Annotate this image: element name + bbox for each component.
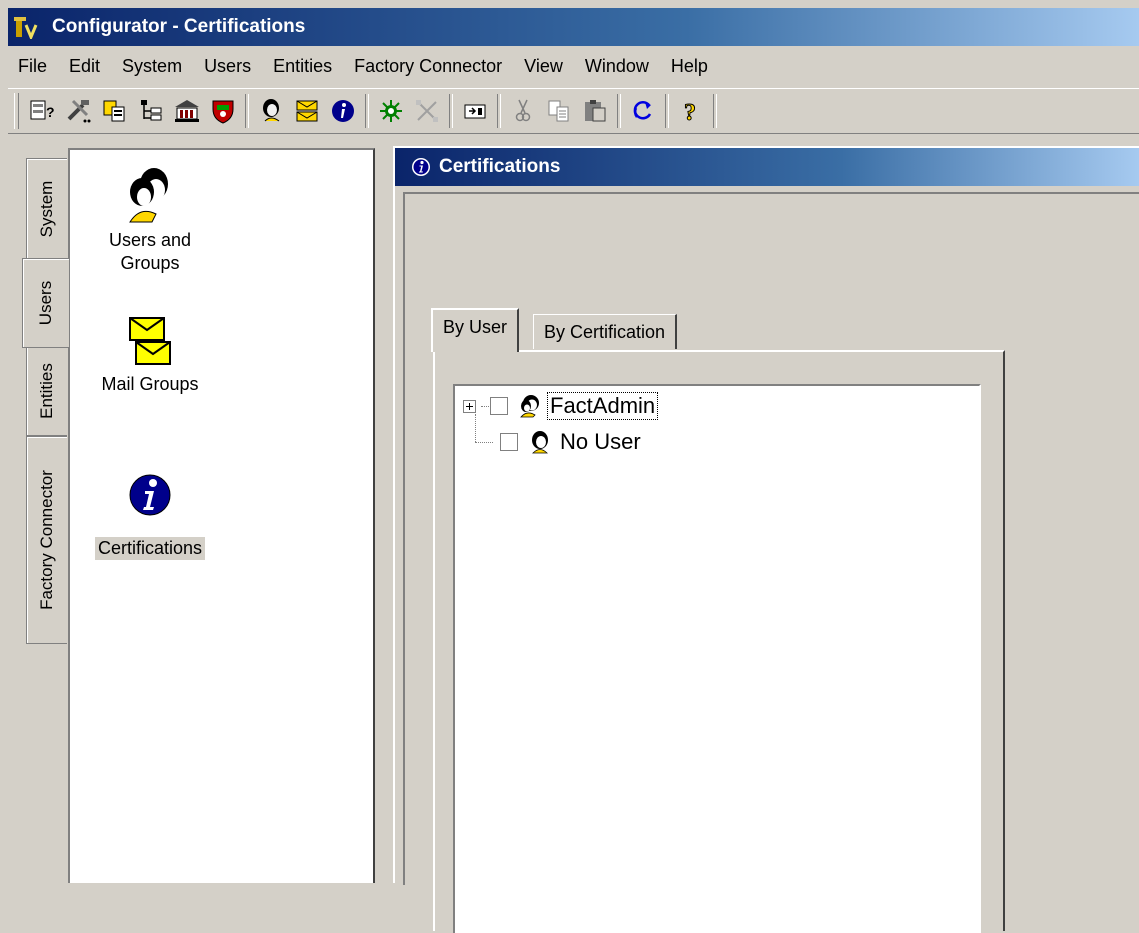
svg-text:?: ?	[46, 104, 55, 120]
sidebar-tab-strip: System Users Entities Factory Connector	[22, 150, 70, 883]
panel-splitter[interactable]	[377, 148, 393, 883]
user-icon	[532, 431, 548, 454]
mail-icon[interactable]	[289, 93, 325, 129]
shortcut-users-and-groups[interactable]: Users and Groups	[90, 166, 210, 275]
tab-users[interactable]: Users	[22, 258, 69, 348]
tab-system[interactable]: System	[26, 158, 67, 260]
window-title: Configurator - Certifications	[52, 16, 306, 37]
paste-icon[interactable]	[577, 93, 613, 129]
toolbar-separator	[713, 94, 717, 128]
toolbar-separator	[617, 94, 621, 128]
tab-page-by-user: FactAdmin No User	[433, 350, 1005, 933]
toolbar-separator	[449, 94, 453, 128]
tree-node-label: FactAdmin	[546, 392, 659, 420]
tree-node-no-user[interactable]: No User	[463, 427, 643, 457]
users-groups-icon	[129, 168, 168, 223]
copy-objects-icon[interactable]	[97, 93, 133, 129]
disconnect-icon[interactable]	[409, 93, 445, 129]
certifications-window-title: Certifications	[439, 156, 561, 177]
shortcut-label: Users and	[108, 230, 192, 250]
window-icon[interactable]	[457, 93, 493, 129]
certifications-icon	[129, 474, 171, 516]
view-tab-strip: By User By Certification	[431, 308, 1001, 352]
menu-window[interactable]: Window	[574, 46, 660, 86]
tree-node-checkbox[interactable]	[500, 433, 518, 451]
cut-icon[interactable]	[505, 93, 541, 129]
shortcut-label: Certifications	[94, 537, 206, 560]
user-tree: FactAdmin No User	[453, 384, 981, 933]
shield-icon[interactable]	[205, 93, 241, 129]
certifications-window-titlebar[interactable]: Certifications	[395, 148, 1139, 186]
tree-icon[interactable]	[133, 93, 169, 129]
tab-by-user[interactable]: By User	[431, 308, 520, 352]
info-icon	[412, 158, 430, 176]
menu-users[interactable]: Users	[193, 46, 262, 86]
svg-text:?: ?	[684, 100, 696, 125]
menu-factory-connector[interactable]: Factory Connector	[343, 46, 513, 86]
info-icon[interactable]	[325, 93, 361, 129]
menu-file[interactable]: File	[14, 46, 58, 86]
refresh-icon[interactable]	[625, 93, 661, 129]
toolbar: ? ?	[8, 88, 1139, 134]
menu-bar: File Edit System Users Entities Factory …	[8, 46, 1139, 86]
toolbar-grip[interactable]	[14, 93, 19, 129]
tab-entities[interactable]: Entities	[26, 346, 67, 436]
shortcut-panel: Users and Groups Mail Groups Certificati…	[68, 148, 375, 883]
tree-node-label: No User	[560, 429, 641, 454]
menu-edit[interactable]: Edit	[58, 46, 111, 86]
tools-icon[interactable]	[61, 93, 97, 129]
shortcut-label: Groups	[120, 253, 180, 273]
certifications-window-client: By User By Certification FactAdmin No Us…	[403, 192, 1139, 933]
copy-icon[interactable]	[541, 93, 577, 129]
menu-entities[interactable]: Entities	[262, 46, 343, 86]
mail-groups-icon	[129, 317, 171, 365]
shortcut-label: Mail Groups	[101, 374, 199, 394]
menu-help[interactable]: Help	[660, 46, 719, 86]
help-icon[interactable]: ?	[673, 93, 709, 129]
certifications-window: Certifications By User By Certification	[393, 146, 1139, 933]
app-logo-icon	[14, 17, 38, 39]
tree-node-factadmin[interactable]: FactAdmin	[463, 391, 659, 421]
shortcut-mail-groups[interactable]: Mail Groups	[80, 316, 220, 396]
connector-icon[interactable]	[373, 93, 409, 129]
tree-node-checkbox[interactable]	[490, 397, 508, 415]
title-bar: Configurator - Certifications	[8, 8, 1139, 46]
tab-by-certification[interactable]: By Certification	[533, 314, 678, 349]
toolbar-separator	[665, 94, 669, 128]
user-icon	[520, 395, 539, 418]
system-help-icon[interactable]: ?	[25, 93, 61, 129]
toolbar-separator	[497, 94, 501, 128]
shortcut-certifications[interactable]: Certifications	[80, 470, 220, 560]
user-icon[interactable]	[253, 93, 289, 129]
toolbar-separator	[245, 94, 249, 128]
menu-system[interactable]: System	[111, 46, 193, 86]
tree-expander[interactable]	[463, 399, 476, 413]
menu-view[interactable]: View	[513, 46, 574, 86]
tab-factory-connector[interactable]: Factory Connector	[26, 436, 67, 644]
building-icon[interactable]	[169, 93, 205, 129]
toolbar-separator	[365, 94, 369, 128]
